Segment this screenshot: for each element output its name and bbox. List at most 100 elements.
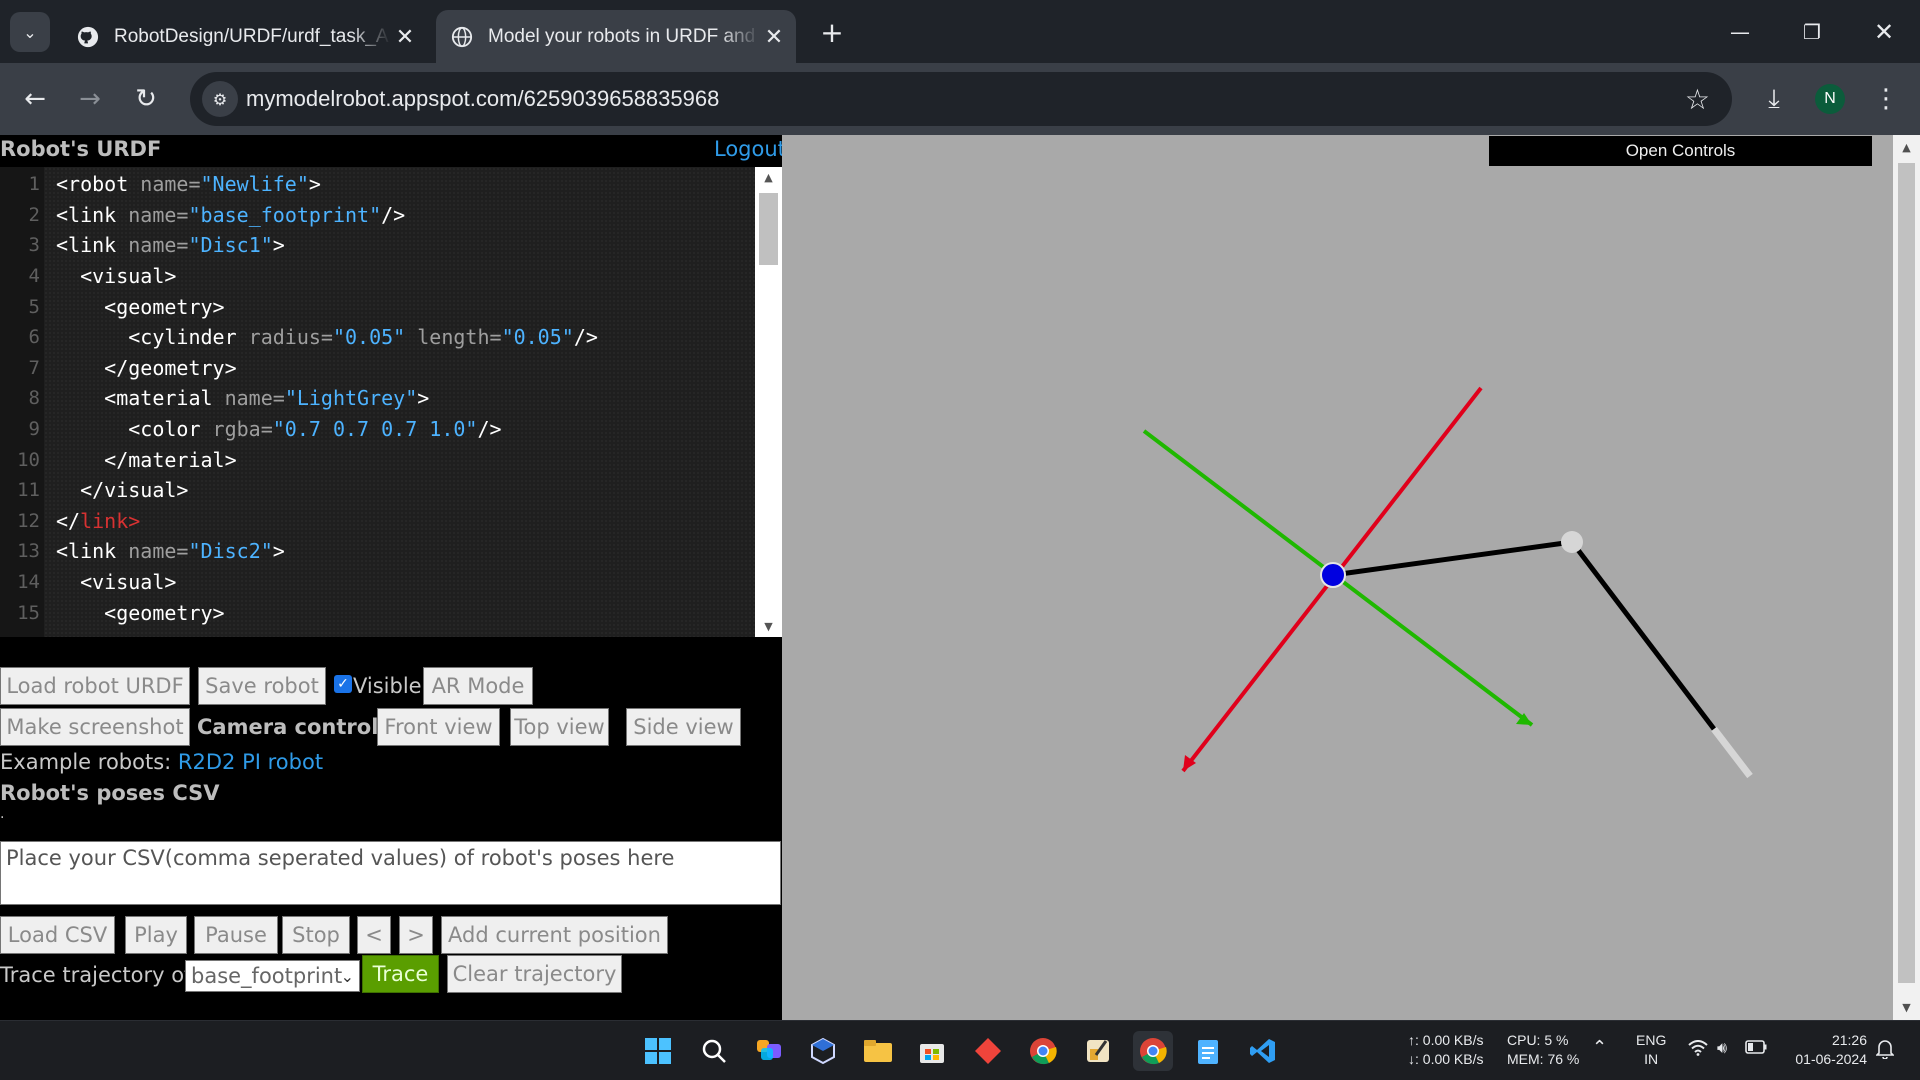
top-view-button[interactable]: Top view (510, 708, 609, 746)
trace-button[interactable]: Trace (362, 955, 439, 993)
next-button[interactable]: > (399, 916, 433, 954)
site-settings-icon[interactable]: ⚙ (202, 81, 238, 117)
logout-link[interactable]: Logout (714, 137, 786, 161)
github-icon (76, 25, 100, 49)
close-tab-icon[interactable]: ✕ (760, 24, 788, 50)
search-icon[interactable] (694, 1031, 734, 1071)
previous-button[interactable]: < (357, 916, 391, 954)
play-button[interactable]: Play (125, 916, 187, 954)
file-explorer-icon[interactable] (858, 1031, 898, 1071)
virtualbox-icon[interactable] (803, 1031, 843, 1071)
page-content: Robot's URDF Logout 1 <robot name="Newlif… (0, 135, 1920, 1020)
show-hidden-icons-chevron-up-icon[interactable]: ⌃ (1592, 1038, 1607, 1057)
tab-github[interactable]: RobotDesign/URDF/urdf_task_A ✕ (62, 10, 427, 63)
wifi-icon[interactable] (1688, 1040, 1708, 1061)
r2d2-link[interactable]: R2D2 (178, 750, 235, 774)
system-stats: CPU: 5 % MEM: 76 % (1507, 1031, 1579, 1069)
scrollbar-thumb[interactable] (1898, 163, 1915, 983)
tab-model-robots[interactable]: Model your robots in URDF and ✕ (436, 10, 796, 63)
lang-top: ENG (1636, 1032, 1667, 1048)
date: 01-06-2024 (1795, 1051, 1867, 1067)
urdf-code-editor[interactable]: 1 <robot name="Newlife"> 2 <link name="bas… (0, 167, 782, 637)
cpu-usage: CPU: 5 % (1507, 1032, 1569, 1048)
close-window-icon[interactable]: ✕ (1864, 12, 1904, 52)
load-csv-button[interactable]: Load CSV (0, 916, 115, 954)
anydesk-icon[interactable] (968, 1031, 1008, 1071)
chrome-icon[interactable] (1023, 1031, 1063, 1071)
tab-title: Model your robots in URDF and (488, 25, 756, 47)
code-line: 8 <material name="LightGrey"> (28, 386, 430, 411)
profile-avatar[interactable]: N (1815, 84, 1845, 114)
code-line: 4 <visual> (28, 264, 177, 289)
net-upload: ↑: 0.00 KB/s (1408, 1032, 1484, 1048)
tab-title: RobotDesign/URDF/urdf_task_A (114, 25, 389, 47)
scrollbar-thumb[interactable] (759, 193, 778, 265)
download-icon[interactable]: ⤓ (1756, 81, 1792, 117)
copilot-icon[interactable] (750, 1031, 790, 1071)
example-robots-text: Example robots: (0, 750, 172, 774)
globe-icon (450, 25, 474, 49)
pi-robot-link[interactable]: PI robot (242, 750, 323, 774)
front-view-button[interactable]: Front view (377, 708, 500, 746)
elbow-joint-disc (1561, 531, 1583, 553)
control-panel: Robot's URDF Logout 1 <robot name="Newlif… (0, 135, 786, 1020)
code-line: 6 <cylinder radius="0.05" length="0.05"/… (28, 325, 598, 350)
language-indicator[interactable]: ENG IN (1636, 1031, 1666, 1069)
microsoft-store-icon[interactable] (912, 1031, 952, 1071)
code-line: 15 <geometry> (17, 600, 225, 625)
tab-search-chevron-icon[interactable]: ⌄ (10, 12, 50, 52)
save-robot-button[interactable]: Save robot (198, 667, 326, 705)
scroll-up-icon[interactable]: ▲ (1893, 141, 1920, 154)
notepad-icon[interactable] (1188, 1031, 1228, 1071)
close-tab-icon[interactable]: ✕ (391, 24, 419, 50)
camera-controls-label: Camera controls: (197, 715, 400, 739)
notification-bell-icon[interactable] (1875, 1039, 1895, 1063)
minimize-icon[interactable]: — (1720, 12, 1760, 52)
csv-textarea[interactable]: Place your CSV(comma seperated values) o… (0, 841, 781, 905)
address-bar[interactable]: ⚙ mymodelrobot.appspot.com/6259039658835… (190, 72, 1732, 126)
stop-button[interactable]: Stop (282, 916, 350, 954)
vscode-icon[interactable] (1243, 1031, 1283, 1071)
back-arrow-icon[interactable]: ← (15, 79, 55, 119)
network-speed: ↑: 0.00 KB/s ↓: 0.00 KB/s (1408, 1031, 1483, 1069)
editor-scrollbar[interactable]: ▲ ▼ (755, 167, 782, 637)
code-line: 10 </material> (17, 447, 237, 472)
base-joint-disc (1320, 562, 1346, 588)
trace-link-select[interactable]: base_footprint ⌄ (185, 960, 360, 992)
select-value: base_footprint (191, 964, 343, 988)
chrome-active-icon[interactable] (1133, 1031, 1173, 1071)
scroll-down-icon[interactable]: ▼ (1893, 1001, 1920, 1014)
url-text[interactable]: mymodelrobot.appspot.com/625903965883596… (246, 86, 719, 112)
code-line: 1 <robot name="Newlife"> (28, 172, 321, 197)
add-current-position-button[interactable]: Add current position (441, 916, 668, 954)
code-line: 2 <link name="base_footprint"/> (28, 202, 406, 227)
ar-mode-button[interactable]: AR Mode (423, 667, 533, 705)
make-screenshot-button[interactable]: Make screenshot (0, 708, 190, 746)
page-scrollbar[interactable]: ▲ ▼ (1893, 135, 1920, 1020)
chevron-down-icon: ⌄ (340, 966, 354, 986)
visible-checkbox[interactable]: ✓ (334, 675, 352, 693)
windows-start-icon[interactable] (638, 1031, 678, 1071)
side-view-button[interactable]: Side view (626, 708, 741, 746)
clear-trajectory-button[interactable]: Clear trajectory (447, 955, 622, 993)
battery-icon[interactable] (1745, 1040, 1767, 1059)
scroll-up-icon[interactable]: ▲ (755, 171, 782, 184)
scroll-down-icon[interactable]: ▼ (755, 620, 782, 633)
pause-button[interactable]: Pause (194, 916, 278, 954)
code-line: 3 <link name="Disc1"> (28, 233, 285, 258)
load-urdf-button[interactable]: Load robot URDF (0, 667, 190, 705)
lang-bottom: IN (1644, 1051, 1659, 1067)
restore-icon[interactable]: ❐ (1792, 12, 1832, 52)
poses-csv-title: Robot's poses CSV (0, 781, 220, 805)
forward-arrow-icon[interactable]: → (70, 79, 110, 119)
kebab-menu-icon[interactable]: ⋮ (1868, 81, 1904, 117)
new-tab-plus-icon[interactable]: + (814, 14, 850, 50)
link-2 (1570, 540, 1716, 731)
paint-tools-icon[interactable] (1078, 1031, 1118, 1071)
reload-icon[interactable]: ↻ (126, 79, 166, 119)
trace-trajectory-label: Trace trajectory of: (0, 963, 198, 987)
bookmark-star-icon[interactable]: ☆ (1685, 83, 1710, 116)
robot-3d-viewport[interactable]: Open Controls (782, 135, 1893, 1020)
clock[interactable]: 21:26 01-06-2024 (1785, 1031, 1867, 1069)
volume-icon[interactable]: 🔊︎ (1717, 1039, 1727, 1058)
